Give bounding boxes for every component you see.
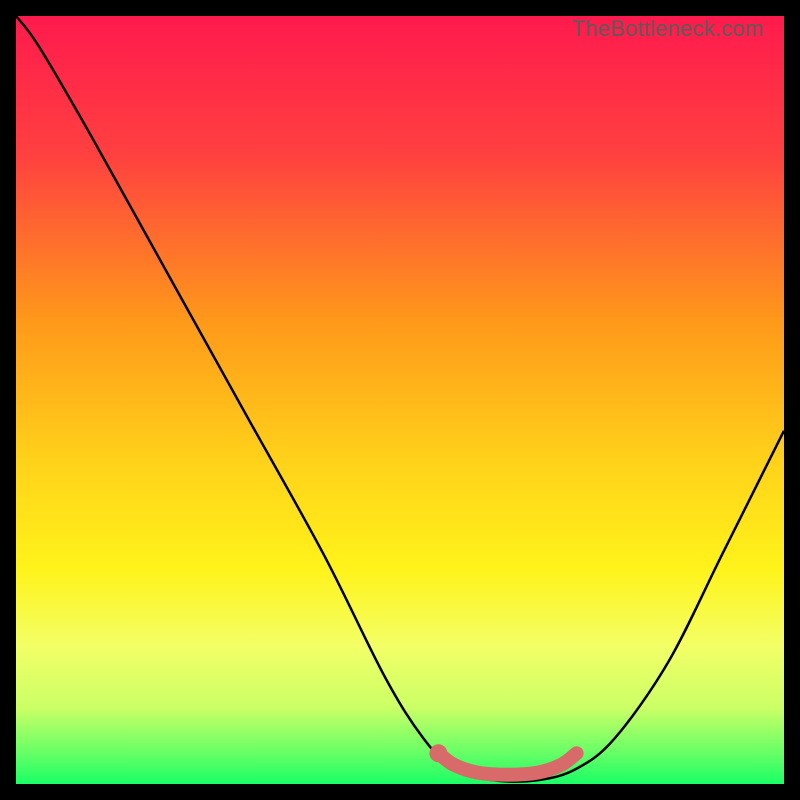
- watermark-text: TheBottleneck.com: [572, 16, 764, 42]
- chart-frame: TheBottleneck.com: [16, 16, 784, 784]
- gradient-background: [16, 16, 784, 784]
- optimal-point-dot: [429, 744, 447, 762]
- bottleneck-chart: [16, 16, 784, 784]
